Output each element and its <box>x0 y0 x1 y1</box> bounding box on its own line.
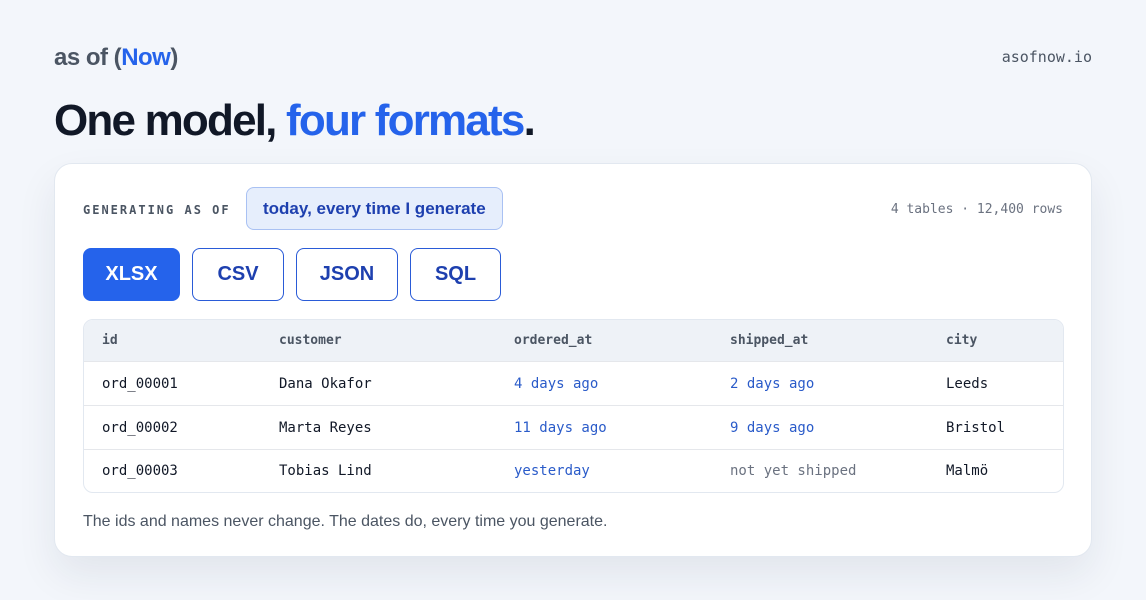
cell-customer: Dana Okafor <box>279 375 372 392</box>
cell-ordered-at: yesterday <box>514 463 590 479</box>
brand-prefix: as of ( <box>54 44 122 71</box>
cell-customer: Tobias Lind <box>279 463 372 479</box>
cell-city: Bristol <box>946 419 1006 436</box>
format-sql-button[interactable]: SQL <box>410 248 501 301</box>
cell-city: Malmö <box>946 463 989 479</box>
domain-label: asofnow.io <box>1001 48 1092 66</box>
footnote: The ids and names never change. The date… <box>83 513 608 530</box>
format-csv-button[interactable]: CSV <box>192 248 284 301</box>
page-headline: One model, four formats. <box>54 96 536 146</box>
column-header-ordered-at: ordered_at <box>514 333 593 348</box>
table-row: ord_00001 Dana Okafor 4 days ago 2 days … <box>84 361 1063 405</box>
column-header-customer: customer <box>279 333 342 348</box>
cell-id: ord_00001 <box>102 375 178 392</box>
cell-shipped-at: 9 days ago <box>730 419 815 436</box>
cell-city: Leeds <box>946 375 989 392</box>
cell-customer: Marta Reyes <box>279 419 372 436</box>
format-xlsx-button[interactable]: XLSX <box>83 248 180 301</box>
brand-suffix: ) <box>170 44 178 71</box>
format-tabs: XLSX CSV JSON SQL <box>83 248 513 301</box>
brand-accent: Now <box>121 44 171 71</box>
cell-ordered-at: 11 days ago <box>514 419 607 436</box>
generating-label: GENERATING AS OF <box>83 203 231 217</box>
column-header-id: id <box>102 333 118 348</box>
generating-as-of-selector[interactable]: today, every time I generate <box>246 187 503 230</box>
table-row: ord_00002 Marta Reyes 11 days ago 9 days… <box>84 405 1063 449</box>
cell-shipped-at: 2 days ago <box>730 375 815 392</box>
cell-shipped-at: not yet shipped <box>730 463 857 479</box>
cell-id: ord_00002 <box>102 419 178 436</box>
format-json-button[interactable]: JSON <box>296 248 398 301</box>
generator-card: GENERATING AS OF today, every time I gen… <box>54 163 1092 557</box>
headline-period: . <box>523 96 536 145</box>
table-header-row: id customer ordered_at shipped_at city <box>84 320 1063 361</box>
cell-id: ord_00003 <box>102 463 178 479</box>
table-row: ord_00003 Tobias Lind yesterday not yet … <box>84 449 1063 492</box>
column-header-city: city <box>946 333 978 348</box>
column-header-shipped-at: shipped_at <box>730 333 809 348</box>
cell-ordered-at: 4 days ago <box>514 375 599 392</box>
headline-part1: One model, <box>54 96 287 145</box>
brand-logo: as of (Now) <box>54 44 178 72</box>
preview-table: id customer ordered_at shipped_at city o… <box>83 319 1064 493</box>
headline-accent: four formats <box>286 96 525 145</box>
dataset-stats: 4 tables · 12,400 rows <box>890 202 1063 217</box>
